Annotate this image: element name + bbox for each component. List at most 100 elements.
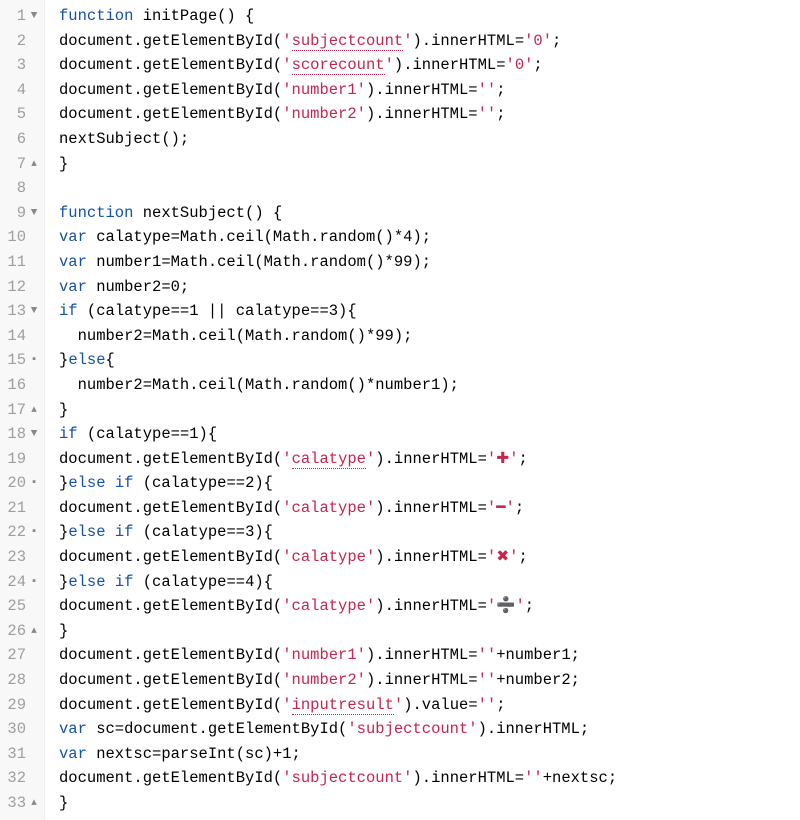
code-line[interactable]: } — [59, 791, 800, 816]
code-line[interactable]: number2=Math.ceil(Math.random()*99); — [59, 324, 800, 349]
line-number: 27 — [4, 643, 28, 668]
gutter-line[interactable]: 22▪ — [0, 520, 42, 545]
code-line[interactable]: var sc=document.getElementById('subjectc… — [59, 717, 800, 742]
fold-icon[interactable]: ▼ — [28, 422, 40, 447]
code-line[interactable]: if (calatype==1 || calatype==3){ — [59, 299, 800, 324]
code-line[interactable]: function nextSubject() { — [59, 201, 800, 226]
gutter-line[interactable]: 24▪ — [0, 570, 42, 595]
gutter-line[interactable]: 23 — [0, 545, 42, 570]
gutter-line[interactable]: 1▼ — [0, 4, 42, 29]
gutter-line[interactable]: 11 — [0, 250, 42, 275]
gutter-line[interactable]: 19 — [0, 447, 42, 472]
fold-icon[interactable]: ▪ — [28, 348, 40, 373]
gutter-line[interactable]: 13▼ — [0, 299, 42, 324]
code-line[interactable]: }else if (calatype==3){ — [59, 520, 800, 545]
gutter-line[interactable]: 29 — [0, 693, 42, 718]
code-line[interactable]: var nextsc=parseInt(sc)+1; — [59, 742, 800, 767]
gutter: 1▼234567▴89▼10111213▼1415▪1617▴18▼1920▪2… — [0, 0, 45, 820]
code-line[interactable]: }else{ — [59, 348, 800, 373]
gutter-line[interactable]: 27 — [0, 643, 42, 668]
line-number: 3 — [4, 53, 28, 78]
code-line[interactable]: document.getElementById('number2').inner… — [59, 668, 800, 693]
gutter-line[interactable]: 15▪ — [0, 348, 42, 373]
code-line[interactable]: }else if (calatype==4){ — [59, 570, 800, 595]
line-number: 5 — [4, 102, 28, 127]
line-number: 9 — [4, 201, 28, 226]
fold-icon[interactable]: ▪ — [28, 520, 40, 545]
line-number: 24 — [4, 570, 28, 595]
gutter-line[interactable]: 10 — [0, 225, 42, 250]
gutter-line[interactable]: 8 — [0, 176, 42, 201]
fold-icon[interactable]: ▴ — [28, 398, 40, 423]
line-number: 14 — [4, 324, 28, 349]
line-number: 4 — [4, 78, 28, 103]
gutter-line[interactable]: 7▴ — [0, 152, 42, 177]
code-line[interactable]: document.getElementById('subjectcount').… — [59, 29, 800, 54]
gutter-line[interactable]: 32 — [0, 766, 42, 791]
code-line[interactable]: document.getElementById('calatype').inne… — [59, 545, 800, 570]
line-number: 16 — [4, 373, 28, 398]
fold-icon[interactable]: ▴ — [28, 791, 40, 816]
gutter-line[interactable]: 14 — [0, 324, 42, 349]
gutter-line[interactable]: 21 — [0, 496, 42, 521]
gutter-line[interactable]: 20▪ — [0, 471, 42, 496]
line-number: 21 — [4, 496, 28, 521]
gutter-line[interactable]: 12 — [0, 275, 42, 300]
gutter-line[interactable]: 28 — [0, 668, 42, 693]
gutter-line[interactable]: 33▴ — [0, 791, 42, 816]
gutter-line[interactable]: 25 — [0, 594, 42, 619]
line-number: 17 — [4, 398, 28, 423]
code-line[interactable]: document.getElementById('subjectcount').… — [59, 766, 800, 791]
fold-icon[interactable]: ▼ — [28, 4, 40, 29]
line-number: 30 — [4, 717, 28, 742]
code-line[interactable]: document.getElementById('number1').inner… — [59, 78, 800, 103]
code-line[interactable]: document.getElementById('number2').inner… — [59, 102, 800, 127]
code-line[interactable]: } — [59, 619, 800, 644]
line-number: 6 — [4, 127, 28, 152]
code-line[interactable]: nextSubject(); — [59, 127, 800, 152]
code-line[interactable]: }else if (calatype==2){ — [59, 471, 800, 496]
gutter-line[interactable]: 9▼ — [0, 201, 42, 226]
gutter-line[interactable]: 18▼ — [0, 422, 42, 447]
code-line[interactable]: document.getElementById('calatype').inne… — [59, 496, 800, 521]
gutter-line[interactable]: 30 — [0, 717, 42, 742]
code-line[interactable]: var number2=0; — [59, 275, 800, 300]
code-line[interactable]: document.getElementById('calatype').inne… — [59, 594, 800, 619]
code-line[interactable]: var number1=Math.ceil(Math.random()*99); — [59, 250, 800, 275]
line-number: 31 — [4, 742, 28, 767]
gutter-line[interactable]: 4 — [0, 78, 42, 103]
gutter-line[interactable]: 17▴ — [0, 398, 42, 423]
code-line[interactable]: document.getElementById('inputresult').v… — [59, 693, 800, 718]
line-number: 29 — [4, 693, 28, 718]
line-number: 26 — [4, 619, 28, 644]
code-line[interactable]: document.getElementById('number1').inner… — [59, 643, 800, 668]
gutter-line[interactable]: 26▴ — [0, 619, 42, 644]
code-line[interactable]: number2=Math.ceil(Math.random()*number1)… — [59, 373, 800, 398]
fold-icon[interactable]: ▪ — [28, 570, 40, 595]
line-number: 22 — [4, 520, 28, 545]
gutter-line[interactable]: 2 — [0, 29, 42, 54]
fold-icon[interactable]: ▴ — [28, 152, 40, 177]
code-area[interactable]: function initPage() {document.getElement… — [45, 0, 800, 820]
fold-icon[interactable]: ▴ — [28, 619, 40, 644]
code-line[interactable]: if (calatype==1){ — [59, 422, 800, 447]
gutter-line[interactable]: 6 — [0, 127, 42, 152]
code-line[interactable]: document.getElementById('scorecount').in… — [59, 53, 800, 78]
fold-icon[interactable]: ▼ — [28, 201, 40, 226]
code-editor[interactable]: 1▼234567▴89▼10111213▼1415▪1617▴18▼1920▪2… — [0, 0, 800, 820]
gutter-line[interactable]: 5 — [0, 102, 42, 127]
gutter-line[interactable]: 3 — [0, 53, 42, 78]
fold-icon[interactable]: ▪ — [28, 471, 40, 496]
code-line[interactable]: } — [59, 152, 800, 177]
fold-icon[interactable]: ▼ — [28, 299, 40, 324]
code-line[interactable]: document.getElementById('calatype').inne… — [59, 447, 800, 472]
code-line[interactable] — [59, 176, 800, 201]
line-number: 8 — [4, 176, 28, 201]
code-line[interactable]: var calatype=Math.ceil(Math.random()*4); — [59, 225, 800, 250]
code-line[interactable]: function initPage() { — [59, 4, 800, 29]
code-line[interactable]: } — [59, 398, 800, 423]
line-number: 32 — [4, 766, 28, 791]
line-number: 15 — [4, 348, 28, 373]
gutter-line[interactable]: 16 — [0, 373, 42, 398]
gutter-line[interactable]: 31 — [0, 742, 42, 767]
